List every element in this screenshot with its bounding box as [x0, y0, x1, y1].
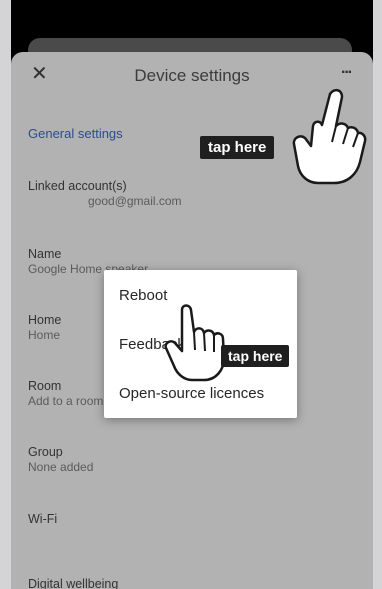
group-label: Group — [28, 445, 63, 459]
group-row[interactable]: Group None added — [28, 445, 328, 474]
pointing-hand-icon — [164, 304, 226, 382]
menu-item-open-source-licences[interactable]: Open-source licences — [119, 385, 264, 402]
tap-here-label-1: tap here — [200, 136, 275, 159]
wifi-label: Wi-Fi — [28, 512, 58, 526]
wifi-row[interactable]: Wi-Fi — [28, 512, 328, 527]
name-label: Name — [28, 247, 62, 261]
group-value: None added — [28, 460, 94, 474]
more-options-icon[interactable]: ··· — [341, 64, 365, 84]
digital-wellbeing-row[interactable]: Digital wellbeing — [28, 577, 328, 589]
digital-wellbeing-label: Digital wellbeing — [28, 577, 119, 589]
page-title: Device settings — [134, 66, 250, 85]
general-settings-heading: General settings — [28, 126, 123, 141]
pointing-hand-icon — [292, 88, 367, 185]
menu-item-reboot[interactable]: Reboot — [119, 287, 167, 304]
linked-account-value: good@gmail.com — [88, 194, 182, 208]
tap-here-label-2: tap here — [221, 345, 290, 367]
